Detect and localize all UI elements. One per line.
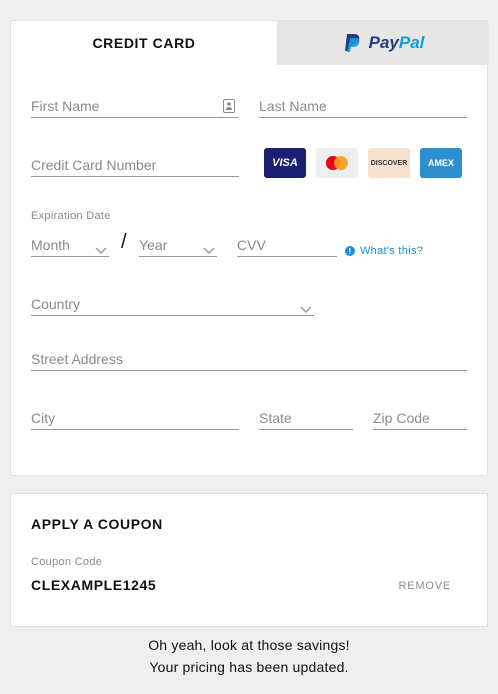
card-number-placeholder: Credit Card Number [31, 157, 157, 173]
paypal-label-pal: Pal [398, 33, 425, 52]
remove-coupon-button[interactable]: REMOVE [399, 580, 451, 592]
zip-code-field[interactable]: Zip Code [373, 408, 467, 430]
zip-placeholder: Zip Code [373, 410, 430, 426]
amex-logo: AMEX [420, 148, 462, 178]
paypal-label-pay: Pay [368, 33, 399, 52]
last-name-field[interactable]: Last Name [259, 96, 467, 118]
expiration-separator: / [121, 231, 127, 253]
chevron-down-icon [95, 242, 107, 255]
cvv-field[interactable]: CVV [237, 235, 337, 257]
country-select[interactable]: Country [31, 294, 314, 316]
coupon-code-value: CLEXAMPLE1245 [31, 577, 157, 593]
savings-note-line2: Your pricing has been updated. [149, 659, 349, 675]
tab-paypal[interactable]: Pay Pal [277, 21, 489, 65]
payment-panel: CREDIT CARD Pay Pal First Name Last Name … [10, 20, 489, 476]
tab-credit-card[interactable]: CREDIT CARD [11, 21, 277, 65]
last-name-placeholder: Last Name [259, 98, 327, 114]
amex-label: AMEX [427, 158, 454, 168]
visa-label: VISA [272, 157, 298, 169]
card-number-field[interactable]: Credit Card Number [31, 155, 239, 177]
first-name-field[interactable]: First Name [31, 96, 239, 118]
state-placeholder: State [259, 410, 292, 426]
street-address-field[interactable]: Street Address [31, 349, 467, 371]
month-select[interactable]: Month [31, 235, 109, 257]
whats-this-link[interactable]: ! What's this? [345, 245, 423, 257]
cvv-placeholder: CVV [237, 237, 266, 253]
contact-card-icon [223, 99, 235, 113]
paypal-icon [343, 33, 361, 53]
savings-note-line1: Oh yeah, look at those savings! [148, 637, 350, 653]
coupon-title: APPLY A COUPON [31, 516, 163, 532]
year-select[interactable]: Year [139, 235, 217, 257]
year-placeholder: Year [139, 237, 168, 253]
city-placeholder: City [31, 410, 56, 426]
state-field[interactable]: State [259, 408, 353, 430]
month-placeholder: Month [31, 237, 70, 253]
chevron-down-icon [300, 301, 312, 314]
discover-logo: DISCOVER [368, 148, 410, 178]
city-field[interactable]: City [31, 408, 239, 430]
coupon-panel: APPLY A COUPON Coupon Code CLEXAMPLE1245… [10, 493, 488, 627]
visa-logo: VISA [264, 148, 306, 178]
expiration-label: Expiration Date [31, 210, 111, 222]
country-placeholder: Country [31, 296, 81, 312]
savings-note: Oh yeah, look at those savings! Your pri… [0, 634, 498, 678]
whats-this-label: What's this? [360, 245, 424, 257]
mastercard-icon [316, 148, 358, 178]
tab-credit-card-label: CREDIT CARD [92, 35, 196, 51]
coupon-code-label: Coupon Code [31, 556, 103, 568]
street-placeholder: Street Address [31, 351, 123, 367]
info-icon: ! [345, 246, 355, 256]
first-name-placeholder: First Name [31, 98, 100, 114]
discover-label: DISCOVER [370, 159, 408, 167]
chevron-down-icon [203, 242, 215, 255]
